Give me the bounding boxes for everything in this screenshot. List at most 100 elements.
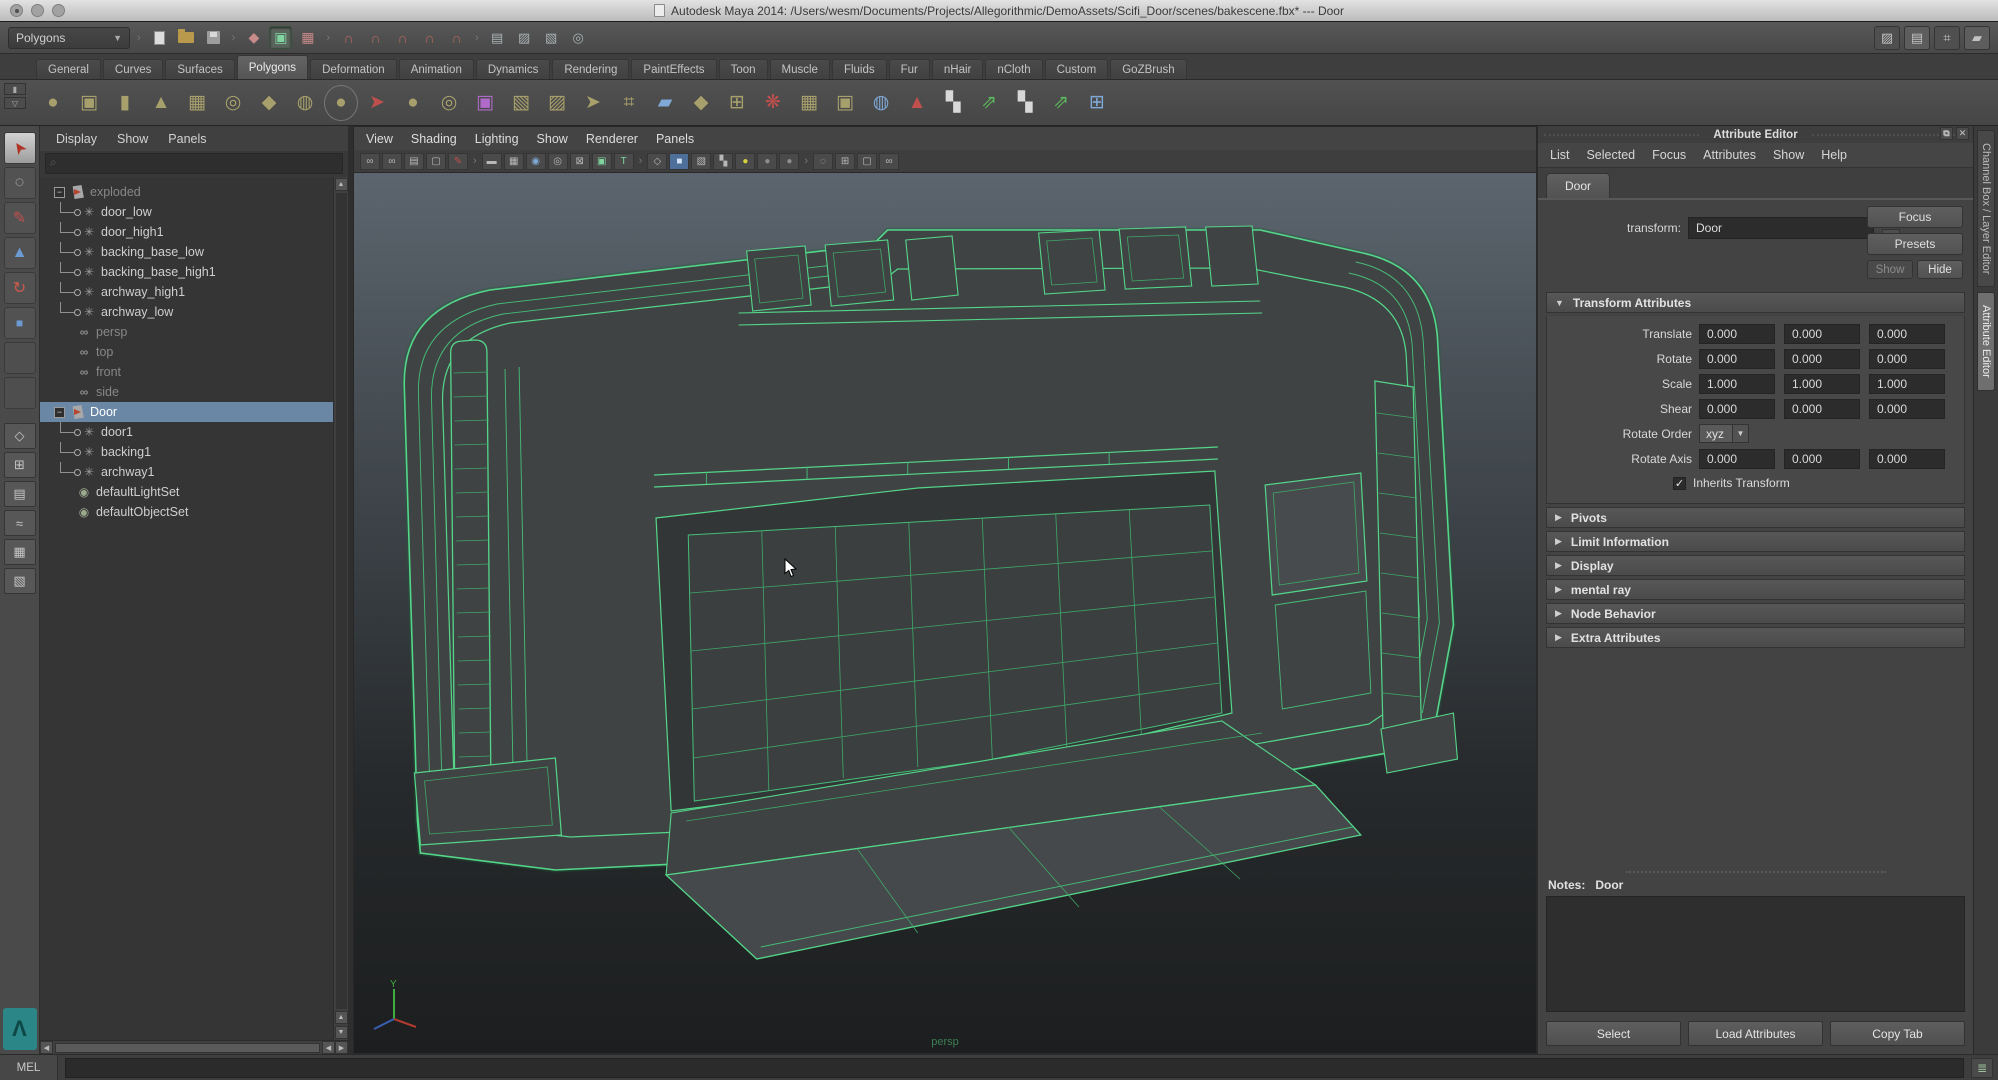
render-settings-button[interactable] bbox=[567, 26, 590, 49]
modeling-toolkit-toggle[interactable] bbox=[1874, 26, 1900, 50]
shelf-tab-dynamics[interactable]: Dynamics bbox=[476, 59, 550, 79]
safe-action-icon[interactable] bbox=[570, 153, 590, 170]
section-extra-attributes[interactable]: ▶ Extra Attributes bbox=[1546, 627, 1965, 648]
outliner-menu-display[interactable]: Display bbox=[56, 132, 97, 146]
rotate-z-field[interactable]: 0.000 bbox=[1869, 349, 1945, 369]
translate-z-field[interactable]: 0.000 bbox=[1869, 324, 1945, 344]
zoom-button[interactable] bbox=[52, 4, 65, 17]
paint-select-tool-button[interactable] bbox=[4, 202, 36, 234]
four-pane-layout-button[interactable] bbox=[4, 452, 36, 478]
persp-outliner-layout-button[interactable] bbox=[4, 481, 36, 507]
scale-x-field[interactable]: 1.000 bbox=[1699, 374, 1775, 394]
shear-x-field[interactable]: 0.000 bbox=[1699, 399, 1775, 419]
lasso-tool-button[interactable] bbox=[4, 167, 36, 199]
sculpt-tool-icon[interactable] bbox=[360, 85, 394, 121]
target-weld-icon[interactable] bbox=[864, 85, 898, 121]
tree-item-front[interactable]: front bbox=[40, 362, 333, 382]
tree-item-exploded[interactable]: exploded bbox=[40, 182, 333, 202]
snap-curve-button[interactable]: ∩ bbox=[364, 26, 387, 49]
shelf-tab-toon[interactable]: Toon bbox=[719, 59, 768, 79]
tree-item-side[interactable]: side bbox=[40, 382, 333, 402]
outliner-menu-show[interactable]: Show bbox=[117, 132, 148, 146]
xray-icon[interactable] bbox=[857, 153, 877, 170]
channel-box-vertical-tab[interactable]: Channel Box / Layer Editor bbox=[1977, 130, 1995, 287]
hide-button[interactable]: Hide bbox=[1917, 260, 1963, 279]
shelf-tab-ncloth[interactable]: nCloth bbox=[985, 59, 1042, 79]
scroll-thumb[interactable] bbox=[55, 1043, 320, 1053]
mel-command-input[interactable] bbox=[65, 1058, 1964, 1078]
load-attributes-button[interactable]: Load Attributes bbox=[1688, 1021, 1823, 1046]
tree-item-archway-high1[interactable]: archway_high1 bbox=[40, 282, 333, 302]
snap-point-button[interactable]: ∩ bbox=[391, 26, 414, 49]
viewport-menu-view[interactable]: View bbox=[366, 132, 393, 146]
bevel-icon[interactable] bbox=[684, 85, 718, 121]
separate-view-icon[interactable] bbox=[879, 153, 899, 170]
isolate-select-icon[interactable] bbox=[813, 153, 833, 170]
separate-icon[interactable] bbox=[720, 85, 754, 121]
scroll-up-icon[interactable]: ▲ bbox=[335, 178, 348, 191]
shear-y-field[interactable]: 0.000 bbox=[1784, 399, 1860, 419]
uv-checker-icon[interactable] bbox=[936, 85, 970, 121]
image-plane-icon[interactable] bbox=[426, 153, 446, 170]
grease-pencil-icon[interactable] bbox=[448, 153, 468, 170]
outliner-filter-input[interactable] bbox=[45, 153, 343, 174]
ae-menu-attributes[interactable]: Attributes bbox=[1703, 148, 1756, 162]
presets-button[interactable]: Presets bbox=[1867, 233, 1963, 255]
tree-item-defaultlightset[interactable]: defaultLightSet bbox=[40, 482, 333, 502]
attribute-editor-toggle[interactable] bbox=[1904, 26, 1930, 50]
ipr-render-button[interactable] bbox=[540, 26, 563, 49]
minimize-button[interactable] bbox=[31, 4, 44, 17]
tree-item-backing-base-low[interactable]: backing_base_low bbox=[40, 242, 333, 262]
collapse-icon[interactable] bbox=[54, 187, 65, 198]
rotate-axis-z-field[interactable]: 0.000 bbox=[1869, 449, 1945, 469]
last-tool-slot[interactable] bbox=[4, 342, 36, 374]
smooth-shade-mode-icon[interactable] bbox=[669, 153, 689, 170]
notes-textarea[interactable] bbox=[1546, 896, 1965, 1012]
persp-graph-outliner-layout-button[interactable] bbox=[4, 568, 36, 594]
viewport-menu-show[interactable]: Show bbox=[537, 132, 568, 146]
shelf-menu-corner[interactable]: ▮▽ bbox=[4, 83, 28, 127]
scroll-left-icon[interactable]: ◀ bbox=[40, 1041, 53, 1054]
region-icon[interactable] bbox=[548, 153, 568, 170]
textured-mode-icon[interactable] bbox=[691, 153, 711, 170]
collapse-icon[interactable] bbox=[54, 407, 65, 418]
append-polygon-icon[interactable] bbox=[612, 85, 646, 121]
shelf-tab-nhair[interactable]: nHair bbox=[932, 59, 983, 79]
close-icon[interactable]: ✕ bbox=[1956, 127, 1969, 140]
scroll-down-icon[interactable]: ▼ bbox=[335, 1026, 348, 1039]
ae-menu-show[interactable]: Show bbox=[1773, 148, 1804, 162]
shelf-tab-general[interactable]: General bbox=[36, 59, 101, 79]
shadows-icon[interactable] bbox=[757, 153, 777, 170]
mirror-geometry-icon[interactable] bbox=[792, 85, 826, 121]
select-tool-button[interactable]: ➤ bbox=[4, 132, 36, 164]
group-separator[interactable]: › bbox=[472, 32, 482, 44]
render-current-frame-button[interactable] bbox=[513, 26, 536, 49]
script-editor-icon[interactable]: ≣ bbox=[1971, 1058, 1993, 1078]
scale-z-field[interactable]: 1.000 bbox=[1869, 374, 1945, 394]
subdiv-proxy-icon[interactable] bbox=[432, 85, 466, 121]
normals-display-icon[interactable] bbox=[1008, 85, 1042, 121]
outliner-vertical-scrollbar[interactable]: ▲ ▲ ▼ bbox=[333, 177, 348, 1040]
select-component-button[interactable] bbox=[296, 26, 319, 49]
focus-button[interactable]: Focus bbox=[1867, 206, 1963, 228]
shelf-tab-surfaces[interactable]: Surfaces bbox=[165, 59, 234, 79]
poly-pipe-icon[interactable] bbox=[288, 85, 322, 121]
new-scene-button[interactable] bbox=[148, 26, 171, 49]
camera-attributes-icon[interactable] bbox=[382, 153, 402, 170]
wireframe-mode-icon[interactable] bbox=[647, 153, 667, 170]
poly-plane-icon[interactable] bbox=[180, 85, 214, 121]
merge-vertex-icon[interactable] bbox=[648, 85, 682, 121]
scroll-right-icon[interactable]: ▶ bbox=[335, 1041, 348, 1054]
notes-drag-handle[interactable] bbox=[1538, 867, 1973, 876]
scale-tool-button[interactable] bbox=[4, 307, 36, 339]
resolution-gate-icon[interactable] bbox=[504, 153, 524, 170]
shelf-tab-rendering[interactable]: Rendering bbox=[552, 59, 629, 79]
open-scene-button[interactable] bbox=[175, 26, 198, 49]
poly-cylinder-icon[interactable] bbox=[108, 85, 142, 121]
scroll-left-icon[interactable]: ◀ bbox=[322, 1041, 335, 1054]
rotate-x-field[interactable]: 0.000 bbox=[1699, 349, 1775, 369]
section-transform-attributes[interactable]: ▼ Transform Attributes bbox=[1546, 292, 1965, 313]
group-separator[interactable]: › bbox=[134, 32, 144, 44]
outliner-menu-panels[interactable]: Panels bbox=[168, 132, 206, 146]
rotate-axis-y-field[interactable]: 0.000 bbox=[1784, 449, 1860, 469]
